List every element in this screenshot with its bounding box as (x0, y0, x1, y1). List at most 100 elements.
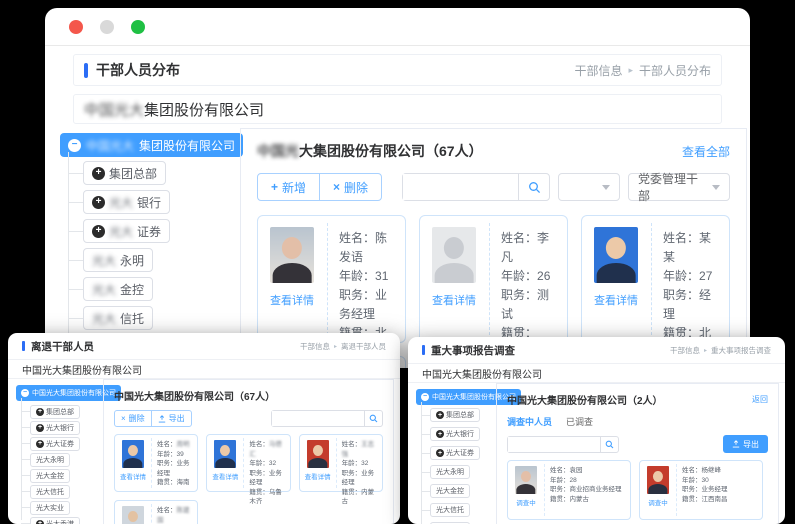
tree-node-hq[interactable]: +集团总部 (30, 405, 80, 419)
tree-node-shiye[interactable]: 光大实业 (30, 501, 70, 515)
tree-node-bank[interactable]: + 光大 银行 (83, 190, 170, 214)
tree-node-hq[interactable]: +集团总部 (430, 408, 480, 422)
person-card: 查看详情 姓名：某某 年龄：27 职务：经理 籍贯：北京市 (581, 215, 730, 343)
tree-connector (421, 510, 430, 511)
person-card: 查看详情 姓名：陈发语 年龄：31 职务：业务经理 籍贯：北京市 (257, 215, 406, 343)
person-photo-placeholder (432, 227, 476, 283)
tab-under-investigation[interactable]: 调查中人员 (507, 415, 552, 428)
field-origin: 籍贯：江西南昌 (682, 495, 728, 505)
page-header: 离退干部人员 干部信息 ▸ 离退干部人员 (8, 333, 400, 360)
category-select[interactable]: 党委管理干部 (628, 173, 730, 201)
expand-icon[interactable]: + (92, 167, 105, 180)
tree-root-node[interactable]: − 中国光大 集团股份有限公司 (60, 133, 243, 157)
investigation-panel: 中国光大集团股份有限公司（2人） 返回 调查中人员 已调查 (496, 383, 779, 524)
field-position: 职务：经理 (663, 286, 719, 324)
expand-icon[interactable]: + (36, 440, 44, 448)
tree-node-yongming[interactable]: 光大永明 (30, 453, 70, 467)
breadcrumb: 干部信息 ▸ 重大事项报告调查 (670, 345, 771, 356)
tree-connector (21, 507, 30, 508)
minimize-window-button[interactable] (100, 20, 114, 34)
expand-icon[interactable]: + (92, 225, 105, 238)
search-icon[interactable] (518, 174, 549, 200)
tree-node-trust[interactable]: 光大信托 (30, 485, 70, 499)
retired-cadre-window: 离退干部人员 干部信息 ▸ 离退干部人员 中国光大集团股份有限公司 − 中国光大… (8, 333, 400, 524)
investigating-link[interactable]: 调查中 (516, 497, 536, 507)
tree-node-trust[interactable]: 光大 信托 (83, 306, 153, 330)
tree-connector (21, 475, 30, 476)
tree-node-jinkong[interactable]: 光大金控 (30, 469, 70, 483)
tree-connector (421, 472, 430, 473)
tab-investigated[interactable]: 已调查 (566, 415, 593, 428)
person-card: 调查中 姓名：杨继峰 年龄：30 职务：业务经理 籍贯：江西南昌 (639, 460, 763, 520)
expand-icon[interactable]: + (436, 449, 444, 457)
view-detail-link[interactable]: 查看详情 (432, 292, 476, 308)
search-icon[interactable] (364, 411, 382, 426)
field-name: 姓名：王志强 (342, 440, 377, 459)
card-divider (336, 438, 337, 488)
tree-node-jinkong[interactable]: 光大金控 (430, 484, 470, 498)
close-icon: × (121, 414, 126, 423)
delete-button[interactable]: × 删除 (114, 410, 152, 427)
view-detail-link[interactable]: 查看详情 (120, 471, 146, 481)
field-age: 年龄：30 (682, 476, 728, 486)
collapse-icon[interactable]: − (21, 389, 29, 397)
tree-connector (68, 289, 83, 290)
breadcrumb-section[interactable]: 干部信息 (670, 345, 700, 356)
expand-icon[interactable]: + (36, 408, 44, 416)
view-detail-link[interactable]: 查看详情 (212, 471, 238, 481)
breadcrumb-section[interactable]: 干部信息 (574, 62, 622, 79)
back-link[interactable]: 返回 (752, 394, 768, 405)
view-detail-link[interactable]: 查看详情 (594, 292, 638, 308)
page-header: 干部人员分布 干部信息 ▸ 干部人员分布 (73, 54, 722, 86)
view-all-link[interactable]: 查看全部 (682, 143, 730, 160)
title-accent-bar (84, 63, 88, 78)
add-button[interactable]: + 新增 (257, 173, 320, 201)
field-name: 姓名：周明 (157, 440, 192, 450)
field-name: 姓名：袁园 (550, 466, 622, 476)
field-origin: 籍贯：内蒙古 (342, 488, 377, 507)
export-button[interactable]: 导出 (151, 410, 192, 427)
person-photo (515, 466, 537, 494)
expand-icon[interactable]: + (92, 196, 105, 209)
expand-icon[interactable]: + (436, 411, 444, 419)
breadcrumb-section[interactable]: 干部信息 (300, 341, 330, 352)
chevron-down-icon (712, 185, 720, 190)
view-detail-link[interactable]: 查看详情 (305, 471, 331, 481)
page-title: 离退干部人员 (31, 339, 94, 354)
person-card: 查看详情 姓名：马德汇 年龄：32 职务：业务经理 籍贯：乌鲁木齐 (206, 434, 290, 492)
search-icon[interactable] (600, 437, 618, 452)
search-input[interactable] (508, 437, 600, 452)
view-detail-link[interactable]: 查看详情 (270, 292, 314, 308)
tree-node-securities[interactable]: +光大证券 (30, 437, 80, 451)
tree-node-trust[interactable]: 光大信托 (430, 503, 470, 517)
tree-node-yongming[interactable]: 光大 永明 (83, 248, 153, 272)
tree-node-jinkong[interactable]: 光大 金控 (83, 277, 153, 301)
tree-node-securities[interactable]: + 光大 证券 (83, 219, 170, 243)
search-input[interactable] (272, 411, 364, 426)
tree-node-yongming[interactable]: 光大永明 (430, 465, 470, 479)
maximize-window-button[interactable] (131, 20, 145, 34)
tree-node-hq[interactable]: + 集团总部 (83, 161, 166, 185)
field-name: 姓名：陈发语 (339, 229, 395, 267)
expand-icon[interactable]: + (36, 520, 44, 524)
collapse-icon[interactable]: − (68, 139, 81, 152)
field-origin: 籍贯：内蒙古 (550, 495, 622, 505)
filter-select[interactable] (558, 173, 620, 201)
person-card: 查看详情 姓名：陈建国 年龄：36 职务：业务经理 籍贯：上海 (114, 500, 198, 524)
tree-node-hongkong[interactable]: +光大香港 (30, 517, 80, 524)
delete-button[interactable]: × 删除 (319, 173, 382, 201)
close-window-button[interactable] (69, 20, 83, 34)
investigating-link[interactable]: 调查中 (648, 497, 668, 507)
export-button[interactable]: 导出 (723, 435, 768, 453)
person-card: 查看详情 姓名：周明 年龄：39 职务：业务经理 籍贯：海南 (114, 434, 198, 492)
tree-node-bank[interactable]: +光大银行 (430, 427, 480, 441)
panel-title: 中国光大集团股份有限公司（67人） (114, 388, 275, 403)
tree-node-bank[interactable]: +光大银行 (30, 421, 80, 435)
tree-node-securities[interactable]: +光大证券 (430, 446, 480, 460)
card-divider (327, 223, 328, 335)
expand-icon[interactable]: + (36, 424, 44, 432)
person-list-panel: 中国光大集团股份有限公司（67人） × 删除 导出 (103, 379, 394, 524)
search-input[interactable] (403, 174, 518, 200)
expand-icon[interactable]: + (436, 430, 444, 438)
collapse-icon[interactable]: − (421, 393, 429, 401)
